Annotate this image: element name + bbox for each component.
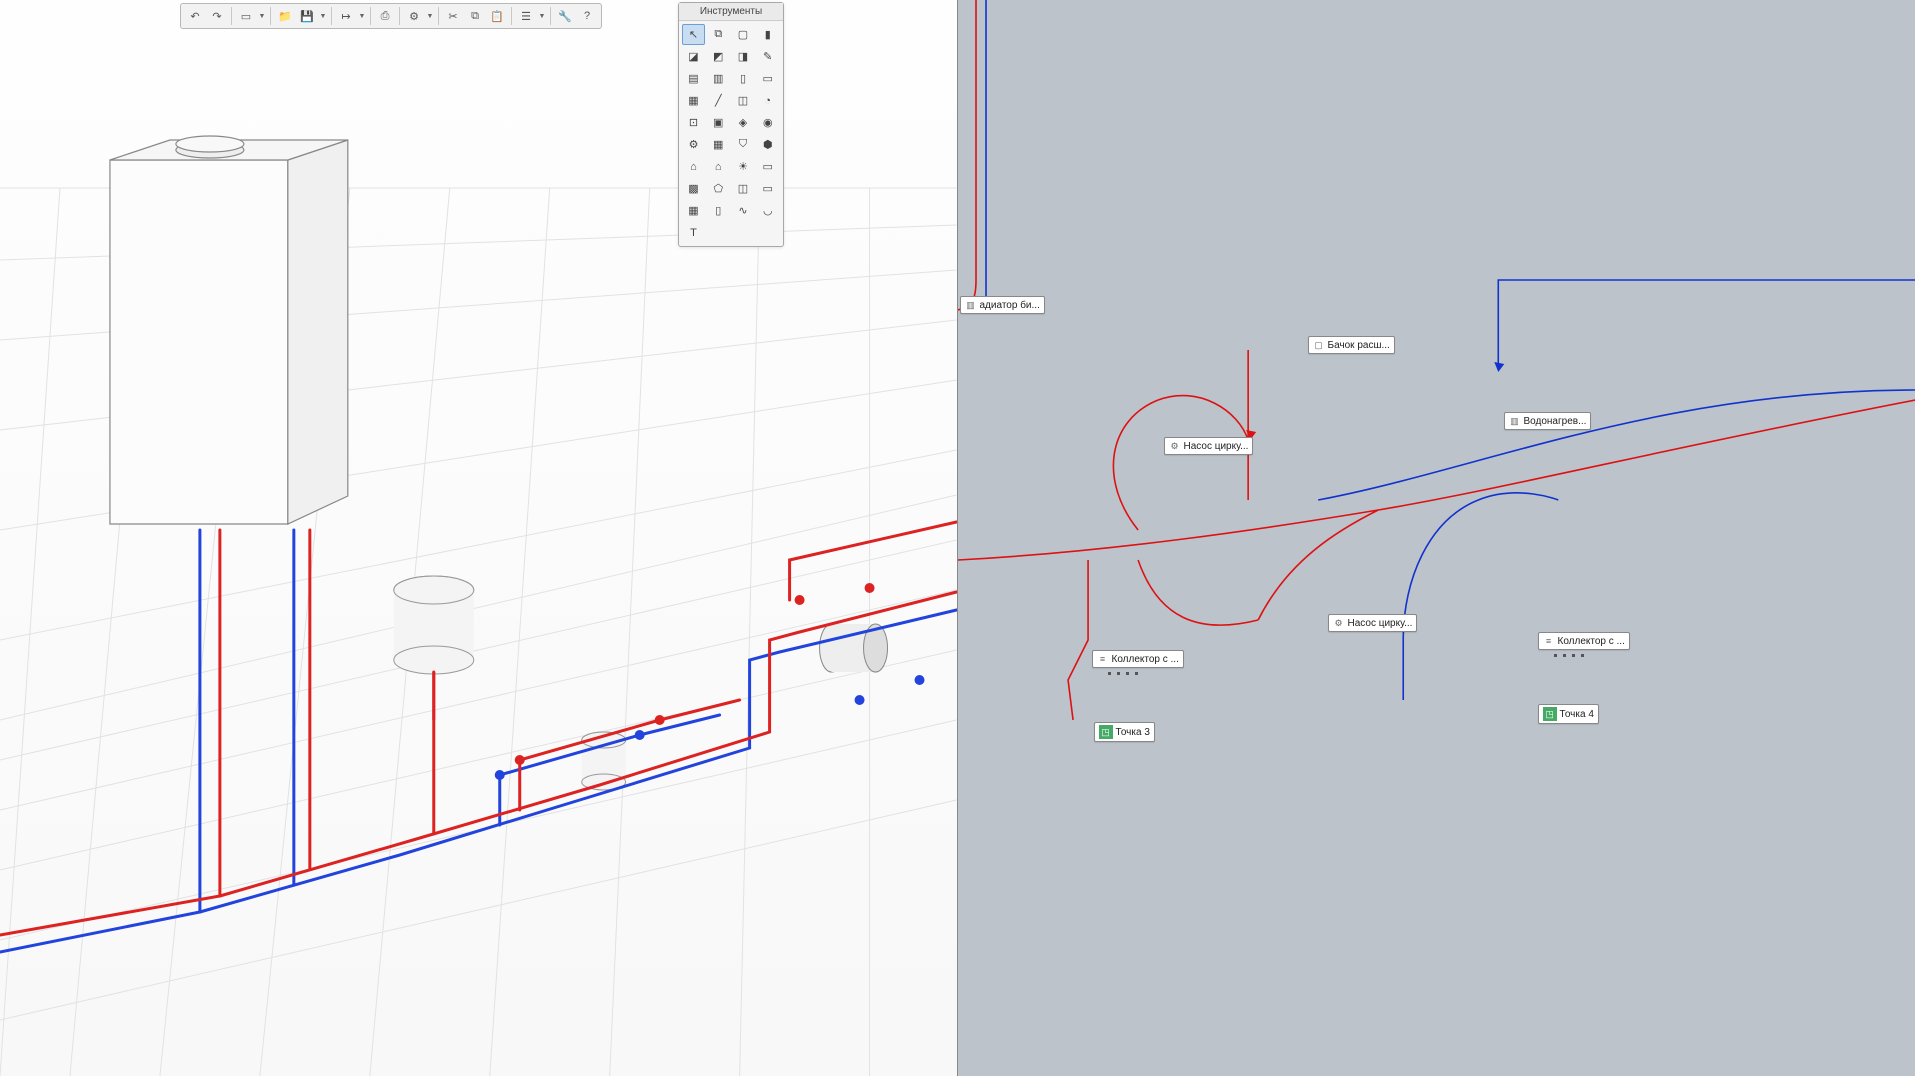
box-icon: ▢ [1313,339,1325,351]
folder-icon[interactable]: 📁 [275,6,295,26]
box-icon[interactable]: ▭ [236,6,256,26]
line-icon[interactable]: ╱ [707,90,730,111]
node-pump-2[interactable]: ⚙ Насос цирку... [1328,614,1418,632]
node-label: адиатор би... [980,300,1040,311]
table-icon[interactable]: ▦ [682,90,705,111]
node-label: Коллектор с ... [1558,636,1625,647]
copy-icon[interactable]: ⧉ [465,6,485,26]
node4-icon[interactable]: ◉ [756,112,779,133]
panel-icon[interactable]: ▯ [707,200,730,221]
panel-icon: ▥ [965,299,977,311]
gear-icon: ⚙ [1333,617,1345,629]
eraser1-icon[interactable]: ◪ [682,46,705,67]
node-label: Точка 4 [1560,709,1594,720]
img-icon[interactable]: ▩ [682,178,705,199]
node2-icon[interactable]: ▣ [707,112,730,133]
main-toolbar: ↶↷▭▼📁💾▼↦▼⎙⚙▼✂⧉📋☰▼🔧? [180,3,602,29]
viewport-3d[interactable] [0,0,958,1076]
page-icon[interactable]: ▯ [732,68,755,89]
dropdown-caret-icon[interactable]: ▼ [319,6,327,26]
undo-icon[interactable]: ↶ [185,6,205,26]
pencil-icon[interactable]: ✎ [756,46,779,67]
gear-icon: ⚙ [1169,440,1181,452]
save-icon[interactable]: 💾 [297,6,317,26]
node-point-3[interactable]: ◳ Точка 3 [1094,722,1155,742]
node-label: Водонагрев... [1524,416,1587,427]
point-icon: ◳ [1543,707,1557,721]
node-label: Насос цирку... [1348,618,1413,629]
house-icon[interactable]: ⌂ [682,156,705,177]
print-icon[interactable]: ⎙ [375,6,395,26]
book-icon[interactable]: ▤ [682,68,705,89]
column-tool-icon[interactable]: ▮ [756,24,779,45]
obj2-icon[interactable]: ◔ [756,90,779,111]
arc-icon[interactable]: ◡ [756,200,779,221]
node-expansion-tank[interactable]: ▢ Бачок расш... [1308,336,1395,354]
home2-icon[interactable]: ⌂ [707,156,730,177]
tools-panel-title: Инструменты [679,3,783,21]
dropdown-caret-icon[interactable]: ▼ [426,6,434,26]
cube-icon[interactable]: ◫ [732,178,755,199]
link-tool-icon[interactable]: ⧉ [707,24,730,45]
settings-gear-icon[interactable]: ⚙ [404,6,424,26]
cut-icon[interactable]: ✂ [443,6,463,26]
sun-icon[interactable]: ☀ [732,156,755,177]
wrench-icon[interactable]: 🔧 [555,6,575,26]
panel-icon: ▥ [1509,415,1521,427]
boiler-3d [110,136,348,524]
manifold-icon: ≡ [1543,635,1555,647]
viewport-2d[interactable]: ▥ адиатор би... ▢ Бачок расш... ▥ Водона… [958,0,1915,1076]
obj1-icon[interactable]: ◫ [732,90,755,111]
node-pump-1[interactable]: ⚙ Насос цирку... [1164,437,1254,455]
eraser3-icon[interactable]: ◨ [732,46,755,67]
poly-icon[interactable]: ⬠ [707,178,730,199]
node-radiator[interactable]: ▥ адиатор би... [960,296,1045,314]
tools-panel[interactable]: Инструменты ↖⧉▢▮◪◩◨✎▤▥▯▭▦╱◫◔⊡▣◈◉⚙▦⛉⬢⌂⌂☀▭… [678,2,784,247]
dropdown-caret-icon[interactable]: ▼ [258,6,266,26]
node-label: Точка 3 [1116,727,1150,738]
manifold-icon: ≡ [1097,653,1109,665]
node-water-heater[interactable]: ▥ Водонагрев... [1504,412,1592,430]
rect-tool-icon[interactable]: ▢ [732,24,755,45]
export-icon[interactable]: ↦ [336,6,356,26]
shield-icon[interactable]: ⛉ [732,134,755,155]
sheet-icon[interactable]: ▭ [756,68,779,89]
dropdown-caret-icon[interactable]: ▼ [358,6,366,26]
redo-icon[interactable]: ↷ [207,6,227,26]
chip-icon[interactable]: ▦ [707,134,730,155]
paste-icon[interactable]: 📋 [487,6,507,26]
node-label: Бачок расш... [1328,340,1390,351]
layers-icon[interactable]: ☰ [516,6,536,26]
eraser2-icon[interactable]: ◩ [707,46,730,67]
drop-icon[interactable]: ⬢ [756,134,779,155]
node-label: Коллектор с ... [1112,654,1179,665]
dropdown-caret-icon[interactable]: ▼ [538,6,546,26]
node1-icon[interactable]: ⊡ [682,112,705,133]
point-icon: ◳ [1099,725,1113,739]
clip-icon[interactable]: ▭ [756,156,779,177]
node-collector-2[interactable]: ≡ Коллектор с ... [1538,632,1630,650]
node3-icon[interactable]: ◈ [732,112,755,133]
select-tool-icon[interactable]: ↖ [682,24,705,45]
pump-3d [820,624,888,672]
gears-icon[interactable]: ⚙ [682,134,705,155]
node-label: Насос цирку... [1184,441,1249,452]
card-icon[interactable]: ▭ [756,178,779,199]
node-collector-1[interactable]: ≡ Коллектор с ... [1092,650,1184,668]
node-point-4[interactable]: ◳ Точка 4 [1538,704,1599,724]
curve-icon[interactable]: ∿ [732,200,755,221]
text-tool-icon[interactable]: T [682,222,705,243]
grid-icon[interactable]: ▦ [682,200,705,221]
help-icon[interactable]: ? [577,6,597,26]
doc-icon[interactable]: ▥ [707,68,730,89]
